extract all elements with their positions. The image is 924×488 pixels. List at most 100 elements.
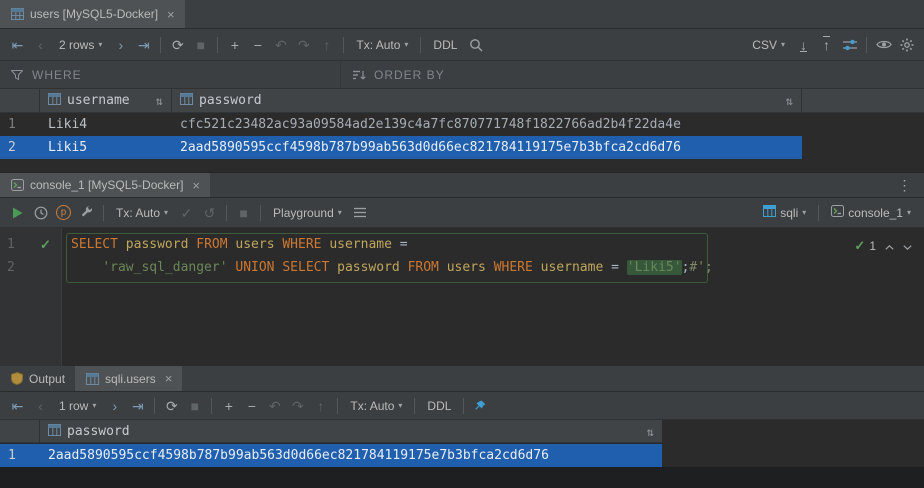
reload-icon[interactable]: ⟳: [160, 395, 183, 417]
data-extractor-settings-icon[interactable]: [838, 34, 861, 56]
grid-header: username ⇅ password ⇅: [0, 89, 924, 113]
rollback-icon[interactable]: ↺: [198, 202, 221, 224]
bottom-filler: [0, 467, 924, 488]
next-page-button[interactable]: ›: [103, 395, 126, 417]
previous-page-button[interactable]: ‹: [29, 34, 52, 56]
page-size-dropdown[interactable]: 1 row▾: [52, 399, 103, 413]
kebab-menu-icon[interactable]: ⋮: [893, 174, 916, 196]
sort-toggle-icon[interactable]: ⇅: [647, 425, 654, 439]
separator: [260, 205, 261, 221]
separator: [226, 205, 227, 221]
tx-mode-dropdown[interactable]: Tx: Auto▾: [343, 399, 409, 413]
gear-icon[interactable]: [895, 34, 918, 56]
cell-password[interactable]: cfc521c23482ac93a09584ad2e139c4a7fc87077…: [180, 117, 681, 132]
redo-icon[interactable]: ↷: [292, 34, 315, 56]
cell-password[interactable]: 2aad5890595ccf4598b787b99ab563d0d66ec821…: [48, 448, 549, 463]
delete-row-button[interactable]: −: [240, 395, 263, 417]
last-page-button[interactable]: ⇥: [126, 395, 149, 417]
submit-changes-icon[interactable]: ↑: [309, 395, 332, 417]
table-row[interactable]: 1 Liki4 cfc521c23482ac93a09584ad2e139c4a…: [0, 113, 924, 136]
search-icon[interactable]: [464, 34, 487, 56]
tab-output[interactable]: Output: [0, 366, 75, 391]
statement-success-check-icon: ✓: [40, 237, 51, 253]
pin-tab-icon[interactable]: [469, 395, 492, 417]
cell-password[interactable]: 2aad5890595ccf4598b787b99ab563d0d66ec821…: [180, 140, 681, 155]
where-filter-input[interactable]: WHERE: [0, 61, 340, 88]
history-clock-icon[interactable]: [29, 202, 52, 224]
export-data-icon[interactable]: ↓: [792, 34, 815, 56]
sql-line-1[interactable]: SELECT password FROM users WHERE usernam…: [71, 237, 408, 252]
parameters-icon[interactable]: p: [52, 202, 75, 224]
tab-sqli-users-result[interactable]: sqli.users ×: [75, 366, 182, 391]
tab-title: Output: [29, 372, 65, 386]
delete-row-button[interactable]: −: [246, 34, 269, 56]
close-icon[interactable]: ×: [192, 179, 200, 192]
import-data-icon[interactable]: ↑: [815, 34, 838, 56]
column-header-password[interactable]: password ⇅: [172, 89, 802, 112]
close-icon[interactable]: ×: [165, 372, 173, 385]
previous-result-chevron-icon[interactable]: [885, 239, 894, 253]
stop-icon[interactable]: ■: [183, 395, 206, 417]
previous-page-button[interactable]: ‹: [29, 395, 52, 417]
tx-mode-dropdown[interactable]: Tx: Auto▾: [109, 206, 175, 220]
first-page-button[interactable]: ⇤: [6, 34, 29, 56]
playground-mode-dropdown[interactable]: Playground▾: [266, 206, 349, 220]
reload-icon[interactable]: ⟳: [166, 34, 189, 56]
export-format-dropdown[interactable]: CSV▾: [745, 38, 792, 52]
separator: [818, 205, 819, 221]
separator: [103, 205, 104, 221]
table-column-icon: [48, 93, 61, 109]
table-icon: [10, 3, 24, 25]
table-row-selected[interactable]: 1 2aad5890595ccf4598b787b99ab563d0d66ec8…: [0, 444, 924, 467]
column-header-username[interactable]: username ⇅: [40, 89, 172, 112]
next-page-button[interactable]: ›: [109, 34, 132, 56]
tab-console-1[interactable]: console_1 [MySQL5-Docker] ×: [0, 173, 210, 197]
add-row-button[interactable]: +: [217, 395, 240, 417]
wrench-settings-icon[interactable]: [75, 202, 98, 224]
stop-icon[interactable]: ■: [232, 202, 255, 224]
editor-gutter: 1 2 ✓: [0, 228, 62, 366]
close-icon[interactable]: ×: [167, 8, 175, 21]
tab-title: sqli.users: [105, 372, 156, 386]
add-row-button[interactable]: +: [223, 34, 246, 56]
page-size-dropdown[interactable]: 2 rows▾: [52, 38, 109, 52]
tab-users-table[interactable]: users [MySQL5-Docker] ×: [0, 0, 185, 28]
submit-changes-icon[interactable]: ↑: [315, 34, 338, 56]
last-page-button[interactable]: ⇥: [132, 34, 155, 56]
cell-username[interactable]: Liki5: [48, 140, 87, 155]
ddl-button[interactable]: DDL: [420, 399, 458, 413]
order-by-filter-input[interactable]: ORDER BY: [341, 61, 455, 88]
stop-icon[interactable]: ■: [189, 34, 212, 56]
grid-empty-space: [0, 159, 924, 173]
schema-dropdown[interactable]: sqli ▾: [756, 205, 813, 220]
undo-icon[interactable]: ↶: [269, 34, 292, 56]
tx-mode-dropdown[interactable]: Tx: Auto▾: [349, 38, 415, 52]
column-header-password[interactable]: password ⇅: [40, 420, 662, 443]
chevron-down-icon: ▾: [92, 401, 96, 410]
commit-check-icon[interactable]: ✓: [175, 202, 198, 224]
ddl-button[interactable]: DDL: [426, 38, 464, 52]
view-options-eye-icon[interactable]: [872, 34, 895, 56]
chevron-down-icon: ▾: [802, 208, 806, 217]
grid-filter-bar: WHERE ORDER BY: [0, 61, 924, 89]
undo-icon[interactable]: ↶: [263, 395, 286, 417]
results-tab-bar: Output sqli.users ×: [0, 366, 924, 392]
redo-icon[interactable]: ↷: [286, 395, 309, 417]
sort-lines-icon: [351, 64, 366, 86]
console-session-dropdown[interactable]: console_1 ▾: [824, 205, 918, 220]
chevron-down-icon: ▾: [338, 208, 342, 217]
cell-username[interactable]: Liki4: [48, 117, 87, 132]
sort-toggle-icon[interactable]: ⇅: [156, 94, 163, 108]
sql-line-2[interactable]: 'raw_sql_danger' UNION SELECT password F…: [71, 260, 713, 275]
next-result-chevron-icon[interactable]: [903, 239, 912, 253]
in-editor-results-icon[interactable]: [349, 202, 372, 224]
run-button[interactable]: [6, 202, 29, 224]
separator: [160, 37, 161, 53]
sql-editor[interactable]: 1 2 ✓ SELECT password FROM users WHERE u…: [0, 228, 924, 366]
separator: [217, 37, 218, 53]
row-number: 1: [8, 117, 16, 132]
sort-toggle-icon[interactable]: ⇅: [786, 94, 793, 108]
chevron-down-icon: ▾: [98, 40, 102, 49]
table-row-selected[interactable]: 2 Liki5 2aad5890595ccf4598b787b99ab563d0…: [0, 136, 924, 159]
first-page-button[interactable]: ⇤: [6, 395, 29, 417]
